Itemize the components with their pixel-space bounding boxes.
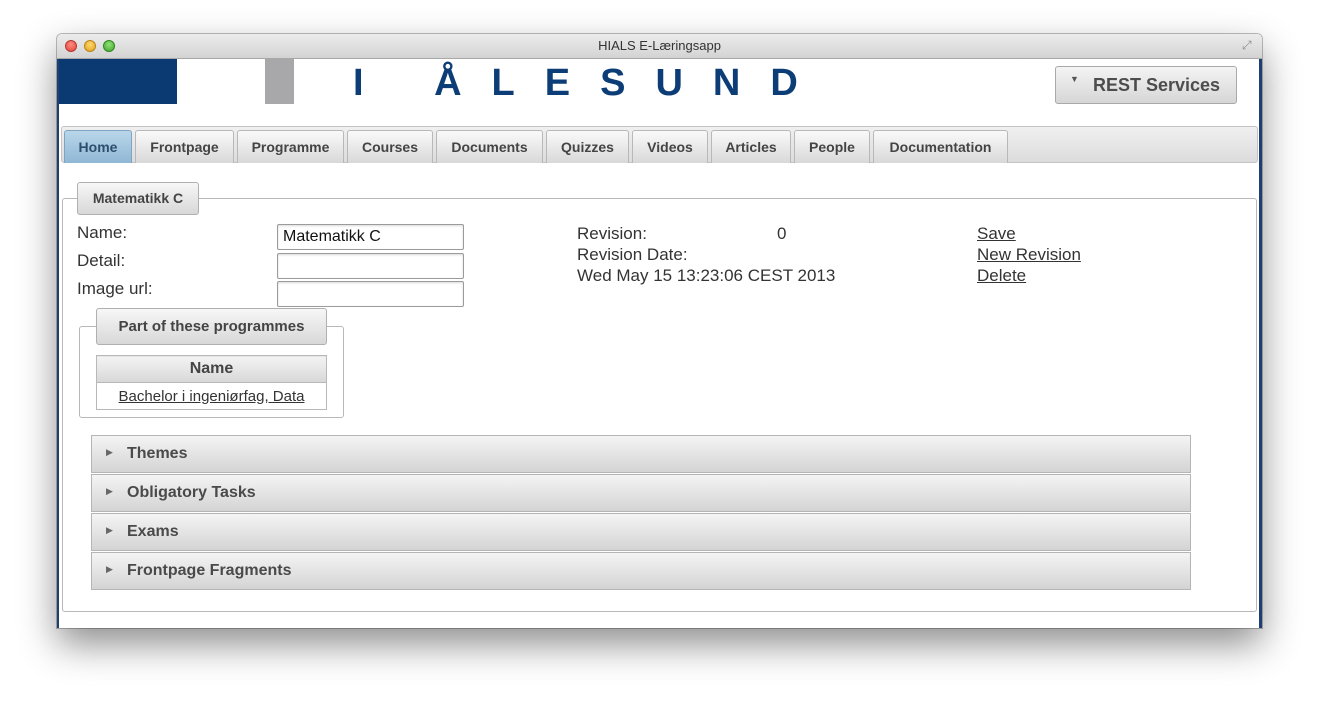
caret-down-icon: ▼ <box>1070 74 1079 84</box>
programmes-legend: Part of these programmes <box>96 308 327 345</box>
logo-grey-block <box>265 59 294 104</box>
tab-people[interactable]: People <box>794 130 870 163</box>
revision-date-value: Wed May 15 13:23:06 CEST 2013 <box>577 266 836 285</box>
logo-text: I ÅLESUND <box>353 62 828 104</box>
delete-link[interactable]: Delete <box>977 266 1026 286</box>
programme-link[interactable]: Bachelor i ingeniørfag, Data <box>119 388 305 405</box>
themes-section[interactable]: ▶ Themes <box>91 435 1191 473</box>
tab-documentation[interactable]: Documentation <box>873 130 1008 163</box>
window-title: HIALS E-Læringsapp <box>598 38 721 53</box>
section-label: Themes <box>127 445 188 462</box>
tab-frontpage[interactable]: Frontpage <box>135 130 234 163</box>
course-legend: Matematikk C <box>77 182 199 215</box>
programmes-column-header[interactable]: Name <box>96 355 327 383</box>
tab-home[interactable]: Home <box>64 130 132 163</box>
image-url-input[interactable] <box>277 281 464 307</box>
main-tab-bar: Home Frontpage Programme Courses Documen… <box>61 126 1258 163</box>
programmes-table: Name Bachelor i ingeniørfag, Data <box>96 355 327 410</box>
fullscreen-icon[interactable]: ⤢ <box>1242 38 1256 52</box>
detail-label: Detail: <box>77 251 126 270</box>
exams-section[interactable]: ▶ Exams <box>91 513 1191 551</box>
tab-articles[interactable]: Articles <box>711 130 791 163</box>
table-row: Bachelor i ingeniørfag, Data <box>96 382 327 410</box>
tab-videos[interactable]: Videos <box>632 130 708 163</box>
header-banner: I ÅLESUND ▼ REST Services <box>59 59 1259 125</box>
section-label: Exams <box>127 523 179 540</box>
expand-triangle-icon: ▶ <box>106 447 113 457</box>
page-content: I ÅLESUND ▼ REST Services Home Frontpage… <box>57 59 1262 628</box>
detail-input[interactable] <box>277 253 464 279</box>
tab-programme[interactable]: Programme <box>237 130 344 163</box>
new-revision-link[interactable]: New Revision <box>977 245 1081 265</box>
frontpage-fragments-section[interactable]: ▶ Frontpage Fragments <box>91 552 1191 590</box>
name-label: Name: <box>77 223 128 242</box>
image-url-label: Image url: <box>77 279 153 298</box>
revision-date-label: Revision Date: <box>577 245 688 264</box>
rest-services-button[interactable]: ▼ REST Services <box>1055 66 1237 104</box>
rest-services-label: REST Services <box>1093 75 1221 95</box>
save-link[interactable]: Save <box>977 224 1016 244</box>
expand-triangle-icon: ▶ <box>106 486 113 496</box>
expand-triangle-icon: ▶ <box>106 525 113 535</box>
obligatory-tasks-section[interactable]: ▶ Obligatory Tasks <box>91 474 1191 512</box>
logo-blue-block <box>59 59 177 104</box>
section-label: Frontpage Fragments <box>127 562 292 579</box>
app-window: HIALS E-Læringsapp ⤢ I ÅLESUND ▼ REST Se… <box>57 34 1262 628</box>
revision-label: Revision: <box>577 224 647 243</box>
tab-quizzes[interactable]: Quizzes <box>546 130 629 163</box>
section-label: Obligatory Tasks <box>127 484 256 501</box>
tab-courses[interactable]: Courses <box>347 130 433 163</box>
name-input[interactable] <box>277 224 464 250</box>
expand-triangle-icon: ▶ <box>106 564 113 574</box>
title-bar: HIALS E-Læringsapp ⤢ <box>57 34 1262 59</box>
revision-value: 0 <box>777 224 787 243</box>
tab-documents[interactable]: Documents <box>436 130 543 163</box>
